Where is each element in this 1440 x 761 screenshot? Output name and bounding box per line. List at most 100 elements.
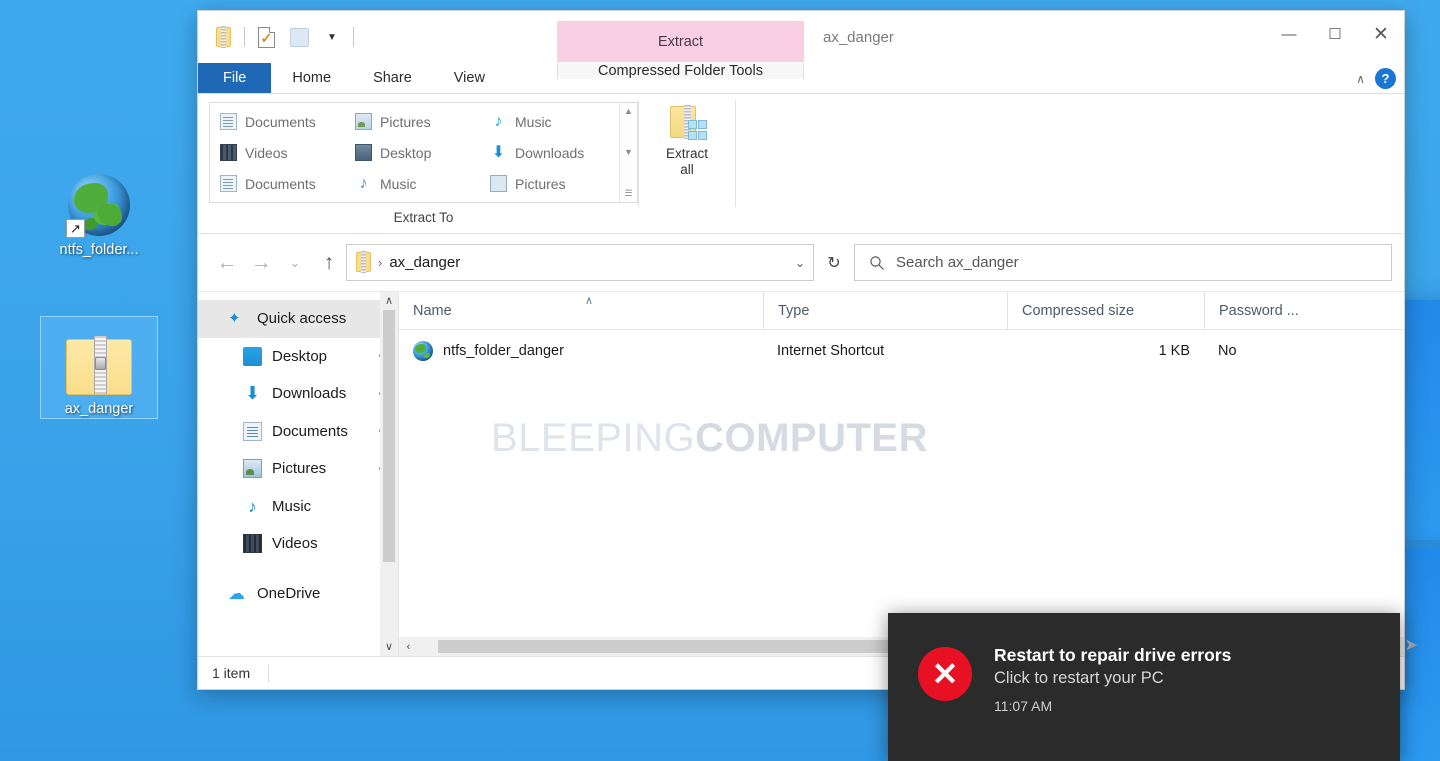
column-header-label: Compressed size (1022, 302, 1135, 319)
tab-compressed-folder-tools[interactable]: Compressed Folder Tools (557, 63, 804, 79)
onedrive-cloud-icon: ☁ (228, 583, 245, 603)
navigation-pane: ✦ Quick access Desktop ✒ ⬇ Downloads ✒ D… (198, 292, 398, 656)
desktop-icon-ax-danger[interactable]: ax_danger (40, 316, 158, 419)
chevron-down-icon[interactable]: ⌄ (795, 256, 805, 270)
gallery-item-label: Downloads (515, 144, 585, 161)
back-button[interactable]: ← (210, 246, 244, 280)
gallery-item-documents-pc[interactable]: Documents (214, 168, 349, 199)
scroll-left-icon[interactable]: ‹ (399, 641, 418, 653)
toolbar-divider (353, 27, 354, 47)
file-type-cell: Internet Shortcut (777, 343, 885, 359)
gallery-item-pictures-pc[interactable]: Pictures (484, 168, 619, 199)
address-toolbar: ← → ⌄ ↑ › ax_danger ⌄ ↻ Search ax_danger (198, 234, 1404, 292)
internet-shortcut-globe-icon (413, 341, 433, 361)
tab-share[interactable]: Share (352, 63, 433, 93)
gallery-scrollbar[interactable]: ▲ ▼ ☰ (619, 103, 637, 202)
zip-folder-icon (41, 317, 157, 395)
sidebar-item-documents[interactable]: Documents ✒ (198, 413, 398, 451)
expand-arrow-icon[interactable]: ➤ (1405, 635, 1418, 655)
column-headers: Name ∧ Type Compressed size Password ... (399, 292, 1404, 330)
customize-caret-icon[interactable]: ▼ (320, 25, 344, 49)
sidebar-item-desktop[interactable]: Desktop ✒ (198, 338, 398, 376)
notification-subtitle: Click to restart your PC (994, 669, 1164, 687)
gallery-item-documents[interactable]: Documents (214, 106, 349, 137)
gallery-item-pictures[interactable]: Pictures (349, 106, 484, 137)
gallery-scroll-up-icon[interactable]: ▲ (624, 107, 633, 116)
sidebar-item-pictures[interactable]: Pictures ✒ (198, 450, 398, 488)
music-icon: ♪ (494, 113, 503, 130)
properties-icon[interactable]: ✓ (254, 25, 278, 49)
gallery-item-videos[interactable]: Videos (214, 137, 349, 168)
gallery-item-downloads[interactable]: ⬇ Downloads (484, 137, 619, 168)
recent-locations-button[interactable]: ⌄ (278, 246, 312, 280)
navpane-scrollbar[interactable]: ∧ ∨ (380, 292, 398, 656)
gallery-scroll-down-icon[interactable]: ▼ (624, 148, 633, 157)
gallery-item-desktop[interactable]: Desktop (349, 137, 484, 168)
item-count-label: 1 item (212, 665, 251, 681)
up-button[interactable]: ↑ (312, 246, 346, 280)
new-folder-icon[interactable] (287, 25, 311, 49)
music-pc-icon: ♪ (359, 175, 368, 192)
scroll-up-icon[interactable]: ∧ (385, 292, 393, 310)
scroll-down-icon[interactable]: ∨ (385, 638, 393, 656)
desktop-icon-ntfs-folder[interactable]: ↗ ntfs_folder... (40, 158, 158, 259)
file-name-label: ntfs_folder_danger (443, 343, 564, 359)
error-x-icon: ✕ (918, 647, 972, 701)
breadcrumb-path[interactable]: ax_danger (389, 254, 460, 271)
column-header-compressed-size[interactable]: Compressed size (1007, 292, 1204, 329)
gallery-item-label: Music (380, 175, 417, 192)
ribbon-group-extract-to: Documents Pictures ♪ Music Videos Deskto… (209, 94, 638, 233)
extract-all-button[interactable]: Extract all (639, 94, 735, 233)
ribbon-divider (735, 100, 736, 207)
gallery-item-music-pc[interactable]: ♪ Music (349, 168, 484, 199)
desktop-icon-label: ax_danger (64, 401, 134, 417)
downloads-icon: ⬇ (491, 144, 506, 161)
minimize-button[interactable]: — (1266, 11, 1312, 57)
gallery-item-label: Videos (245, 144, 288, 161)
gallery-item-label: Documents (245, 175, 316, 192)
sidebar-item-quick-access[interactable]: ✦ Quick access (198, 300, 398, 338)
gallery-item-label: Documents (245, 113, 316, 130)
gallery-item-music[interactable]: ♪ Music (484, 106, 619, 137)
explorer-body: ✦ Quick access Desktop ✒ ⬇ Downloads ✒ D… (198, 292, 1404, 656)
column-header-label: Type (778, 302, 810, 319)
sidebar-item-label: Pictures (272, 460, 327, 478)
search-box[interactable]: Search ax_danger (854, 244, 1392, 281)
videos-icon (243, 534, 262, 554)
search-icon (870, 255, 884, 270)
column-header-password[interactable]: Password ... (1204, 292, 1332, 329)
sidebar-item-music[interactable]: ♪ Music (198, 488, 398, 526)
refresh-button[interactable]: ↻ (814, 244, 854, 281)
forward-button[interactable]: → (244, 246, 278, 280)
sidebar-item-onedrive[interactable]: ☁ OneDrive (198, 575, 398, 613)
sidebar-item-downloads[interactable]: ⬇ Downloads ✒ (198, 375, 398, 413)
file-rows: ntfs_folder_danger Internet Shortcut 1 K… (399, 330, 1404, 656)
toolbar-divider (244, 27, 245, 47)
table-row[interactable]: ntfs_folder_danger Internet Shortcut 1 K… (399, 330, 1404, 372)
address-bar[interactable]: › ax_danger ⌄ (346, 244, 814, 281)
ribbon-right-controls: ∧ ? (1356, 63, 1396, 94)
watermark-light: BLEEPING (491, 416, 696, 460)
maximize-button[interactable]: ☐ (1312, 11, 1358, 57)
column-header-type[interactable]: Type (763, 292, 1007, 329)
notification-time: 11:07 AM (994, 698, 1053, 714)
collapse-ribbon-icon[interactable]: ∧ (1356, 72, 1365, 86)
contextual-tab-header: Extract (557, 21, 804, 62)
tab-view[interactable]: View (433, 63, 506, 93)
tab-home[interactable]: Home (271, 63, 352, 93)
pictures-icon (243, 459, 262, 479)
help-icon[interactable]: ? (1375, 68, 1396, 89)
column-header-name[interactable]: Name ∧ (399, 292, 763, 329)
sidebar-item-label: Quick access (257, 310, 347, 328)
tab-file[interactable]: File (198, 63, 272, 93)
documents-pc-icon (220, 175, 237, 192)
sidebar-item-label: Desktop (272, 347, 328, 365)
zip-folder-icon[interactable] (211, 25, 235, 49)
scrollbar-thumb[interactable] (383, 310, 395, 562)
ribbon-body: Documents Pictures ♪ Music Videos Deskto… (198, 94, 1404, 234)
close-button[interactable]: ✕ (1358, 11, 1404, 57)
file-name-cell: ntfs_folder_danger (399, 341, 763, 361)
notification-toast[interactable]: ✕ Restart to repair drive errors Click t… (888, 613, 1418, 761)
sidebar-item-videos[interactable]: Videos (198, 525, 398, 563)
gallery-more-icon[interactable]: ☰ (624, 189, 632, 198)
